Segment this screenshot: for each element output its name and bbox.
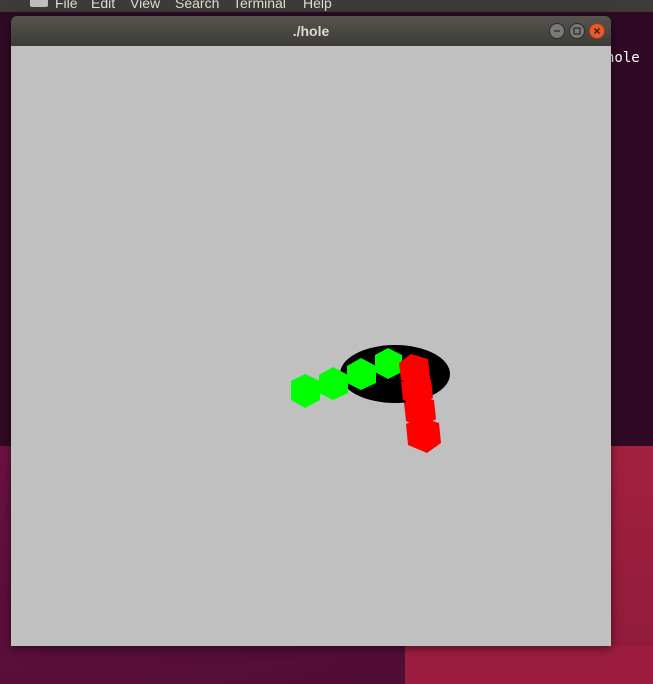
menu-help[interactable]: Help bbox=[303, 0, 332, 11]
window-titlebar[interactable]: ./hole bbox=[11, 16, 611, 46]
terminal-menubar: File Edit View Search Terminal Help bbox=[0, 0, 653, 12]
menu-file[interactable]: File bbox=[55, 0, 78, 11]
terminal-app-icon bbox=[30, 0, 48, 7]
close-icon bbox=[594, 28, 600, 34]
window-title: ./hole bbox=[292, 23, 330, 39]
scene-render bbox=[291, 345, 450, 453]
menu-search[interactable]: Search bbox=[175, 0, 219, 11]
opengl-canvas[interactable] bbox=[11, 46, 611, 646]
terminal-output-text: hole bbox=[606, 50, 640, 66]
maximize-button[interactable] bbox=[569, 23, 585, 39]
menu-edit[interactable]: Edit bbox=[91, 0, 115, 11]
desktop-wallpaper-strip bbox=[405, 646, 653, 684]
red-cube bbox=[406, 417, 441, 453]
menu-view[interactable]: View bbox=[130, 0, 160, 11]
menu-terminal[interactable]: Terminal bbox=[233, 0, 286, 11]
green-cube bbox=[291, 374, 320, 408]
close-button[interactable] bbox=[589, 23, 605, 39]
minimize-icon bbox=[554, 30, 560, 32]
minimize-button[interactable] bbox=[549, 23, 565, 39]
maximize-icon bbox=[573, 27, 581, 35]
hole-app-window[interactable]: ./hole bbox=[11, 16, 611, 646]
